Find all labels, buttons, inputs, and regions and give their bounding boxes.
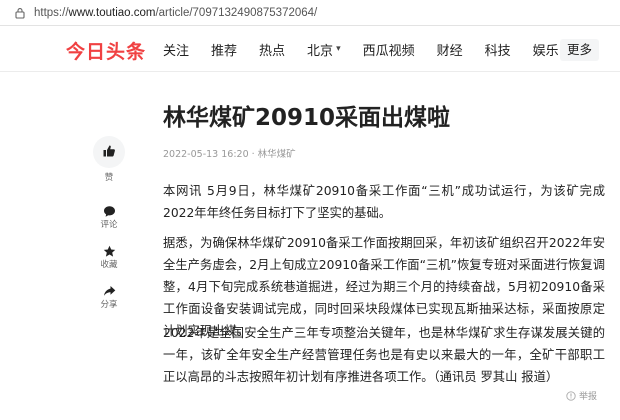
toutiao-logo[interactable]: 今日头条: [66, 37, 146, 64]
report-icon: [566, 390, 576, 401]
chevron-down-icon: ▾: [336, 44, 341, 54]
report-button[interactable]: 举报: [566, 389, 597, 402]
top-nav: 今日头条 关注 推荐 热点 北京 ▾ 西瓜视频 财经 科技 娱乐 更多: [0, 26, 620, 72]
nav-label: 热点: [259, 43, 286, 59]
nav-label: 娱乐: [532, 43, 559, 59]
share-action[interactable]: 分享: [93, 284, 125, 310]
address-bar[interactable]: https://www.toutiao.com/article/70971324…: [0, 0, 620, 26]
star-icon: [93, 244, 125, 258]
nav-item-entertainment[interactable]: 娱乐: [533, 40, 559, 59]
nav-item-city[interactable]: 北京 ▾: [307, 40, 341, 59]
nav-item-finance[interactable]: 财经: [437, 40, 463, 59]
nav-label: 西瓜视频: [362, 43, 415, 59]
nav-items: 关注 推荐 热点 北京 ▾ 西瓜视频 财经 科技 娱乐: [163, 26, 581, 72]
article-title: 林华煤矿20910采面出煤啦: [163, 105, 451, 131]
article-paragraph: 2022年是全国安全生产三年专项整治关键年，也是林华煤矿求生存谋发展关键的一年，…: [163, 326, 605, 384]
nav-label: 科技: [484, 43, 511, 59]
report-label: 举报: [579, 392, 598, 402]
url-path: /article/7097132490875372064/: [155, 6, 318, 19]
like-label: 赞: [104, 173, 114, 183]
nav-item-hot[interactable]: 热点: [259, 40, 285, 59]
nav-item-xigua-video[interactable]: 西瓜视频: [363, 40, 415, 59]
nav-label: 关注: [163, 43, 190, 59]
article-paragraph: 本网讯 5月9日，林华煤矿20910备采工作面“三机”成功试运行，为该矿完成20…: [163, 184, 605, 220]
nav-label: 北京: [307, 43, 334, 59]
url-host: www.toutiao.com: [68, 6, 156, 19]
nav-label: 推荐: [211, 43, 238, 59]
like-button[interactable]: [93, 136, 125, 168]
lock-icon: [14, 7, 26, 19]
thumbs-up-icon: [102, 143, 116, 162]
nav-item-recommend[interactable]: 推荐: [211, 40, 237, 59]
favorite-label: 收藏: [100, 260, 118, 270]
comment-label: 评论: [100, 220, 118, 230]
url-text[interactable]: https://www.toutiao.com/article/70971324…: [34, 7, 317, 19]
share-icon: [93, 284, 125, 298]
comment-icon: [93, 204, 125, 218]
nav-label: 财经: [436, 43, 463, 59]
share-label: 分享: [100, 300, 118, 310]
nav-item-follow[interactable]: 关注: [163, 40, 189, 59]
article-meta: 2022-05-13 16:20 · 林华煤矿: [163, 149, 296, 160]
more-button[interactable]: 更多: [560, 39, 600, 61]
favorite-action[interactable]: 收藏: [93, 244, 125, 270]
url-prefix: https://: [34, 6, 69, 19]
nav-item-tech[interactable]: 科技: [485, 40, 511, 59]
like-count-wrap: 赞: [93, 171, 125, 183]
comment-action[interactable]: 评论: [93, 204, 125, 230]
